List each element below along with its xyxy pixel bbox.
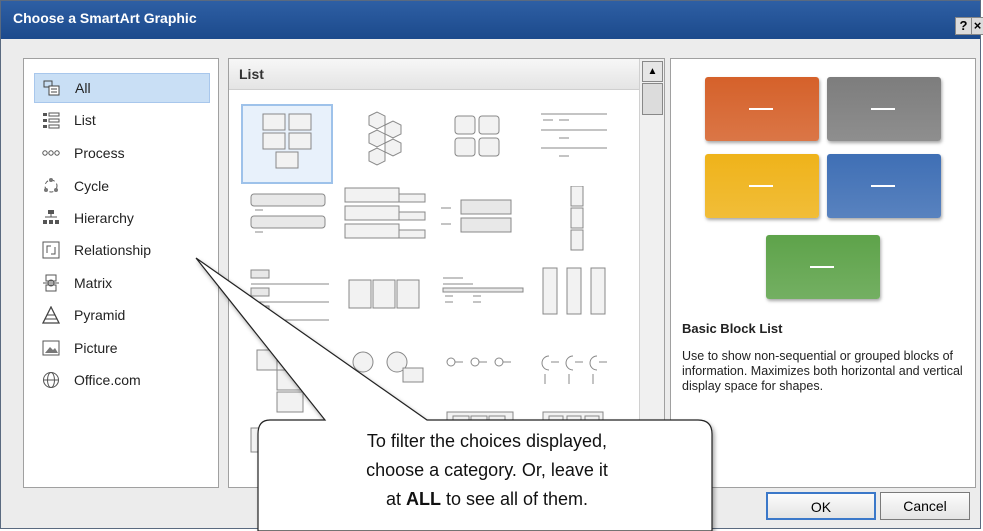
- gallery-section-label: List: [239, 66, 264, 82]
- gallery-scrollbar[interactable]: ▲: [639, 59, 664, 487]
- category-label: List: [74, 112, 96, 128]
- category-office-com[interactable]: Office.com: [34, 365, 210, 395]
- layout-thumbnail[interactable]: [529, 266, 621, 346]
- category-label: Matrix: [74, 275, 113, 291]
- category-all[interactable]: All: [34, 73, 210, 103]
- preview-block: [705, 154, 819, 218]
- title-bar: Choose a SmartArt Graphic ? ×: [1, 1, 983, 39]
- cycle-icon: [42, 177, 60, 195]
- hierarchy-icon: [42, 209, 60, 227]
- close-button[interactable]: ×: [971, 17, 983, 35]
- category-pyramid[interactable]: Pyramid: [34, 300, 210, 330]
- layout-thumbnail[interactable]: [337, 266, 429, 346]
- layout-gallery: List ▲: [228, 58, 665, 488]
- scroll-up-arrow-icon[interactable]: ▲: [642, 61, 663, 82]
- preview-block: [766, 235, 880, 299]
- category-hierarchy[interactable]: Hierarchy: [34, 203, 210, 233]
- layout-thumbnail[interactable]: [529, 104, 621, 184]
- category-relationship[interactable]: Relationship: [34, 235, 210, 265]
- list-icon: [42, 111, 60, 129]
- callout-text-bold: ALL: [405, 489, 441, 509]
- layout-thumbnail[interactable]: [337, 346, 429, 426]
- globe-icon: [42, 371, 60, 389]
- help-button[interactable]: ?: [955, 17, 972, 35]
- layout-thumbnail[interactable]: [241, 346, 333, 426]
- category-picture[interactable]: Picture: [34, 333, 210, 363]
- cancel-button[interactable]: Cancel: [880, 492, 970, 520]
- preview-pane: Basic Block List Use to show non-sequent…: [670, 58, 976, 488]
- category-label: Hierarchy: [74, 210, 134, 226]
- callout-text-post: to see all of them.: [440, 489, 589, 509]
- category-label: Pyramid: [74, 307, 126, 323]
- layout-thumbnail[interactable]: [433, 104, 525, 184]
- category-list-item[interactable]: List: [34, 105, 210, 135]
- matrix-icon: [42, 274, 60, 292]
- layout-thumbnail[interactable]: [241, 266, 333, 346]
- category-label: Process: [74, 145, 125, 161]
- layout-name: Basic Block List: [682, 321, 783, 336]
- scrollbar-thumb[interactable]: [642, 83, 663, 115]
- dialog-title: Choose a SmartArt Graphic: [13, 10, 197, 26]
- callout-line: choose a category. Or, leave it: [366, 460, 608, 480]
- category-matrix[interactable]: Matrix: [34, 268, 210, 298]
- preview-block: [827, 77, 941, 141]
- preview-block: [705, 77, 819, 141]
- callout-line: at ALL to see all of them.: [262, 485, 712, 514]
- layout-thumbnail[interactable]: [241, 186, 333, 266]
- category-process[interactable]: Process: [34, 138, 210, 168]
- layout-thumbnail[interactable]: [529, 185, 621, 266]
- callout-line: To filter the choices displayed,: [366, 431, 608, 451]
- gallery-section-header: List: [229, 59, 639, 90]
- pyramid-icon: [42, 306, 60, 324]
- layout-thumbnail[interactable]: [433, 266, 525, 346]
- category-label: Office.com: [74, 372, 141, 388]
- process-icon: [42, 144, 60, 162]
- category-label: Picture: [74, 340, 118, 356]
- layout-description: Use to show non-sequential or grouped bl…: [682, 349, 963, 393]
- relationship-icon: [42, 241, 60, 259]
- layout-thumbnail[interactable]: [433, 186, 525, 266]
- category-label: All: [75, 80, 91, 96]
- category-list: All List Process Cycle Hierarchy Relatio…: [23, 58, 219, 488]
- ok-button[interactable]: OK: [766, 492, 876, 520]
- all-icon: [43, 79, 61, 97]
- picture-icon: [42, 339, 60, 357]
- layout-thumbnail[interactable]: [337, 104, 429, 184]
- layout-thumbnail[interactable]: [337, 186, 429, 266]
- category-label: Cycle: [74, 178, 110, 194]
- category-cycle[interactable]: Cycle: [34, 171, 210, 201]
- preview-block: [827, 154, 941, 218]
- category-label: Relationship: [74, 242, 152, 258]
- layout-thumbnail[interactable]: [241, 104, 333, 184]
- callout-text-pre: at: [385, 489, 406, 509]
- callout-text: To filter the choices displayed, choose …: [262, 427, 712, 514]
